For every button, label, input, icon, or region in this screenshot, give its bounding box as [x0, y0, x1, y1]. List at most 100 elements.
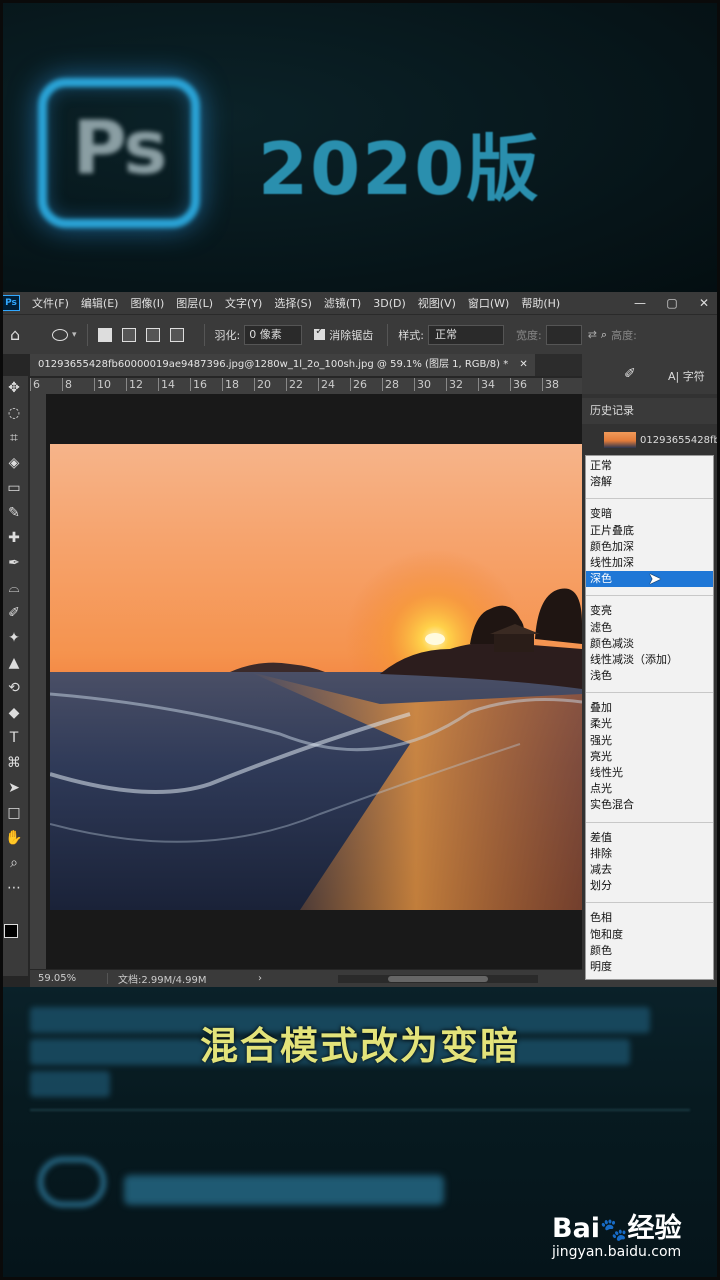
ruler-tick: 20 — [254, 378, 286, 391]
blend-mode-option[interactable]: 亮光 — [586, 749, 713, 765]
maximize-icon[interactable]: ▢ — [656, 296, 688, 310]
blend-mode-option[interactable]: 实色混合 — [586, 797, 713, 813]
subtract-selection-icon[interactable] — [145, 327, 160, 342]
elliptical-marquee-icon[interactable] — [52, 328, 68, 341]
blend-mode-option[interactable]: 线性减淡（添加） — [586, 652, 713, 668]
banner-title: 2020版 — [258, 127, 541, 211]
ruler-tick: 34 — [478, 378, 510, 391]
eraser-tool-icon[interactable]: ◆ — [0, 701, 28, 726]
antialias-checkbox[interactable] — [314, 326, 326, 340]
pen-tool-icon[interactable]: ✒ — [0, 551, 28, 576]
rect-tool-icon[interactable]: □ — [0, 801, 28, 826]
clone-tool-icon[interactable]: ✦ — [0, 626, 28, 651]
more-tool-icon[interactable]: ⋯ — [0, 876, 28, 901]
menu-file[interactable]: 文件(F) — [26, 295, 75, 311]
width-input[interactable] — [545, 324, 582, 345]
document-tab[interactable]: 01293655428fb60000019ae9487396.jpg@1280w… — [30, 354, 535, 376]
menu-filter[interactable]: 滤镜(T) — [318, 295, 367, 311]
blend-mode-option[interactable]: 色相 — [586, 910, 713, 926]
blend-mode-option[interactable]: 线性光 — [586, 765, 713, 781]
chevron-down-icon[interactable]: ▾ — [72, 330, 77, 340]
blend-mode-option[interactable]: 点光 — [586, 781, 713, 797]
ruler-tick: 32 — [446, 378, 478, 391]
history-panel-title[interactable]: 历史记录 — [582, 398, 720, 424]
style-select[interactable]: 正常 — [427, 324, 504, 345]
blend-mode-option[interactable]: 颜色减淡 — [586, 636, 713, 652]
marquee-tool-icon[interactable]: ◌ — [0, 401, 28, 426]
menu-select[interactable]: 选择(S) — [268, 295, 318, 311]
history-snapshot[interactable]: 01293655428fb — [582, 430, 720, 450]
gradient-tool-icon[interactable]: ▭ — [0, 476, 28, 501]
horizontal-scrollbar[interactable] — [338, 974, 538, 983]
menu-type[interactable]: 文字(Y) — [219, 295, 268, 311]
home-icon[interactable]: ⌂ — [10, 325, 32, 344]
feather-input[interactable]: 0 像素 — [244, 324, 303, 345]
ruler-tick: 6 — [30, 378, 62, 391]
blend-mode-option[interactable]: 正片叠底 — [586, 523, 713, 539]
menu-window[interactable]: 窗口(W) — [462, 295, 515, 311]
blend-mode-option[interactable]: 明度 — [586, 959, 713, 975]
baidu-logo: Bai🐾经验 — [552, 1206, 681, 1245]
blend-mode-option[interactable]: 排除 — [586, 846, 713, 862]
close-icon[interactable]: ✕ — [688, 296, 720, 310]
blend-mode-option[interactable]: 溶解 — [586, 474, 713, 490]
menu-help[interactable]: 帮助(H) — [515, 295, 566, 311]
hand-tool-icon[interactable]: ✋ — [0, 826, 28, 851]
menu-3d[interactable]: 3D(D) — [367, 297, 412, 310]
blend-mode-option[interactable]: 划分 — [586, 878, 713, 894]
close-tab-icon[interactable]: ✕ — [519, 359, 527, 370]
new-selection-icon[interactable] — [97, 327, 112, 342]
creative-cloud-icon — [38, 1157, 106, 1207]
blend-mode-option[interactable]: 强光 — [586, 733, 713, 749]
blend-mode-option[interactable]: 减去 — [586, 862, 713, 878]
blend-mode-option[interactable]: 颜色 — [586, 943, 713, 959]
blend-mode-option[interactable]: 浅色 — [586, 668, 713, 684]
search-icon[interactable]: ⌕ — [601, 328, 607, 342]
intersect-selection-icon[interactable] — [169, 327, 184, 342]
select-tool-icon[interactable]: ➤ — [0, 776, 28, 801]
stamp-tool-icon[interactable]: ▲ — [0, 651, 28, 676]
divider — [203, 323, 205, 346]
crop-tool-icon[interactable]: ⌗ — [0, 426, 28, 451]
zoom-tool-icon[interactable]: ⌕ — [0, 851, 28, 876]
menu-view[interactable]: 视图(V) — [412, 295, 462, 311]
history-brush-tool-icon[interactable]: ⟲ — [0, 676, 28, 701]
blend-mode-option[interactable]: 正常 — [586, 458, 713, 474]
options-bar: ⌂ ▾ 羽化: 0 像素 消除锯齿 样式: 正常 宽度: ⇄ ⌕ 高度: — [0, 314, 720, 354]
foreground-color-swatch[interactable] — [4, 924, 18, 938]
paint-bucket-tool-icon[interactable]: ◈ — [0, 451, 28, 476]
healing-tool-icon[interactable]: ✚ — [0, 526, 28, 551]
blend-mode-option[interactable]: 柔光 — [586, 716, 713, 732]
blend-mode-option[interactable]: 变暗 — [586, 506, 713, 522]
eyedropper-tool-icon[interactable]: ✎ — [0, 501, 28, 526]
lasso-tool-icon[interactable]: ⌓ — [0, 576, 28, 601]
path-tool-icon[interactable]: ⌘ — [0, 751, 28, 776]
move-tool-icon[interactable]: ✥ — [0, 376, 28, 401]
swap-icon[interactable]: ⇄ — [588, 328, 597, 341]
window-controls: — ▢ ✕ — [624, 296, 720, 310]
blend-mode-option[interactable]: 滤色 — [586, 620, 713, 636]
blend-mode-dropdown[interactable]: 正常 溶解 变暗 正片叠底 颜色加深 线性加深 深色 变亮 滤色 颜色减淡 线性减淡（添加） 浅色 叠加… — [585, 455, 714, 980]
brush-tool-icon[interactable]: ✐ — [0, 601, 28, 626]
status-arrow-icon[interactable]: › — [258, 973, 278, 984]
ps-app-icon[interactable]: Ps — [2, 295, 20, 311]
character-panel-tab[interactable]: A| 字符 — [668, 368, 705, 384]
ruler-tick: 30 — [414, 378, 446, 391]
brush-settings-icon[interactable]: ✐ — [624, 366, 636, 382]
ruler-tick: 18 — [222, 378, 254, 391]
sunset-beach-photo[interactable] — [50, 444, 582, 910]
blend-mode-option[interactable]: 颜色加深 — [586, 539, 713, 555]
blend-mode-option[interactable]: 饱和度 — [586, 927, 713, 943]
blend-mode-option[interactable]: 叠加 — [586, 700, 713, 716]
blend-mode-option[interactable]: 变亮 — [586, 603, 713, 619]
menu-image[interactable]: 图像(I) — [124, 295, 170, 311]
canvas-area[interactable] — [46, 394, 582, 969]
antialias-label: 消除锯齿 — [329, 328, 374, 342]
add-selection-icon[interactable] — [121, 327, 136, 342]
minimize-icon[interactable]: — — [624, 296, 656, 310]
zoom-level[interactable]: 59.05% — [30, 973, 108, 984]
blend-mode-option[interactable]: 差值 — [586, 830, 713, 846]
type-tool-icon[interactable]: T — [0, 726, 28, 751]
menu-layer[interactable]: 图层(L) — [170, 295, 219, 311]
menu-edit[interactable]: 编辑(E) — [75, 295, 125, 311]
